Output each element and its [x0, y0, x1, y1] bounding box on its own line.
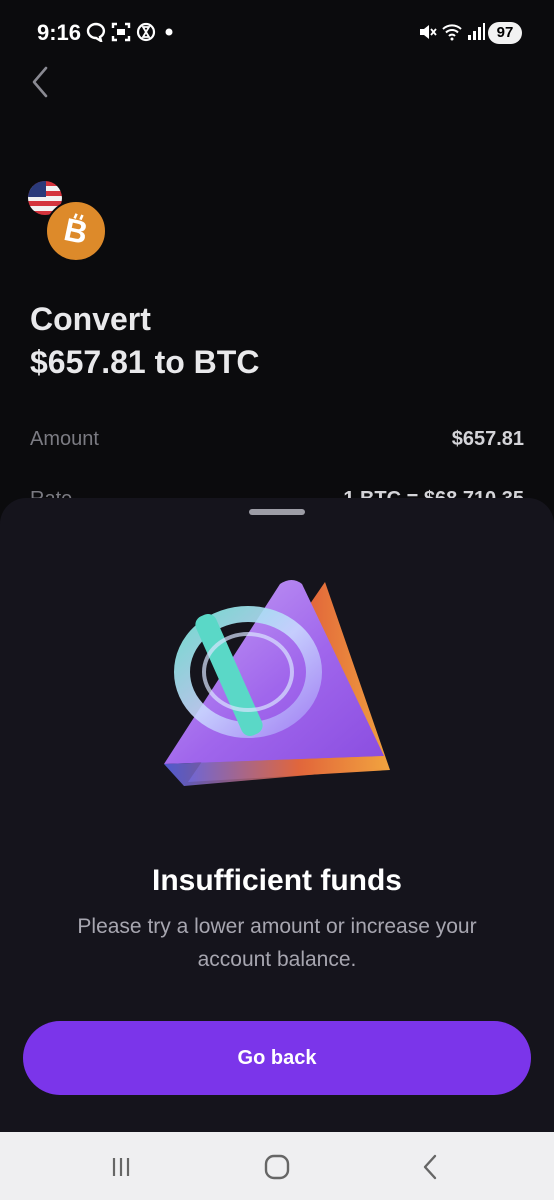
back-chevron-icon[interactable] [28, 62, 54, 102]
wifi-icon [442, 24, 462, 41]
recent-apps-icon[interactable] [104, 1150, 138, 1184]
screenshot-icon [111, 22, 131, 42]
title-line-2: $657.81 to BTC [30, 344, 260, 380]
system-nav-bar [0, 1132, 554, 1200]
bottom-sheet: Insufficient funds Please try a lower am… [0, 498, 554, 1132]
go-back-button[interactable]: Go back [23, 1021, 531, 1095]
system-back-icon[interactable] [414, 1150, 448, 1184]
insufficient-funds-illustration [164, 580, 390, 786]
chat-bubble-icon [86, 22, 106, 42]
status-time: 9:16 [37, 20, 82, 45]
notification-dot-icon [165, 28, 173, 36]
title-line-1: Convert [30, 301, 151, 337]
sheet-drag-handle[interactable] [249, 509, 305, 515]
page-title: Convert $657.81 to BTC [30, 298, 259, 384]
hourglass-icon [136, 22, 156, 42]
home-icon[interactable] [260, 1150, 294, 1184]
detail-row-amount: Amount $657.81 [30, 428, 524, 451]
sheet-title: Insufficient funds [152, 864, 402, 897]
row-label: Amount [30, 428, 99, 450]
battery-indicator: 97 [488, 22, 522, 44]
status-bar: 9:16 97 [0, 0, 554, 64]
row-value: $657.81 [451, 428, 524, 450]
bitcoin-icon: B [45, 200, 107, 262]
mute-icon [420, 25, 437, 39]
signal-icon [468, 23, 485, 40]
sheet-message: Please try a lower amount or increase yo… [77, 915, 477, 971]
